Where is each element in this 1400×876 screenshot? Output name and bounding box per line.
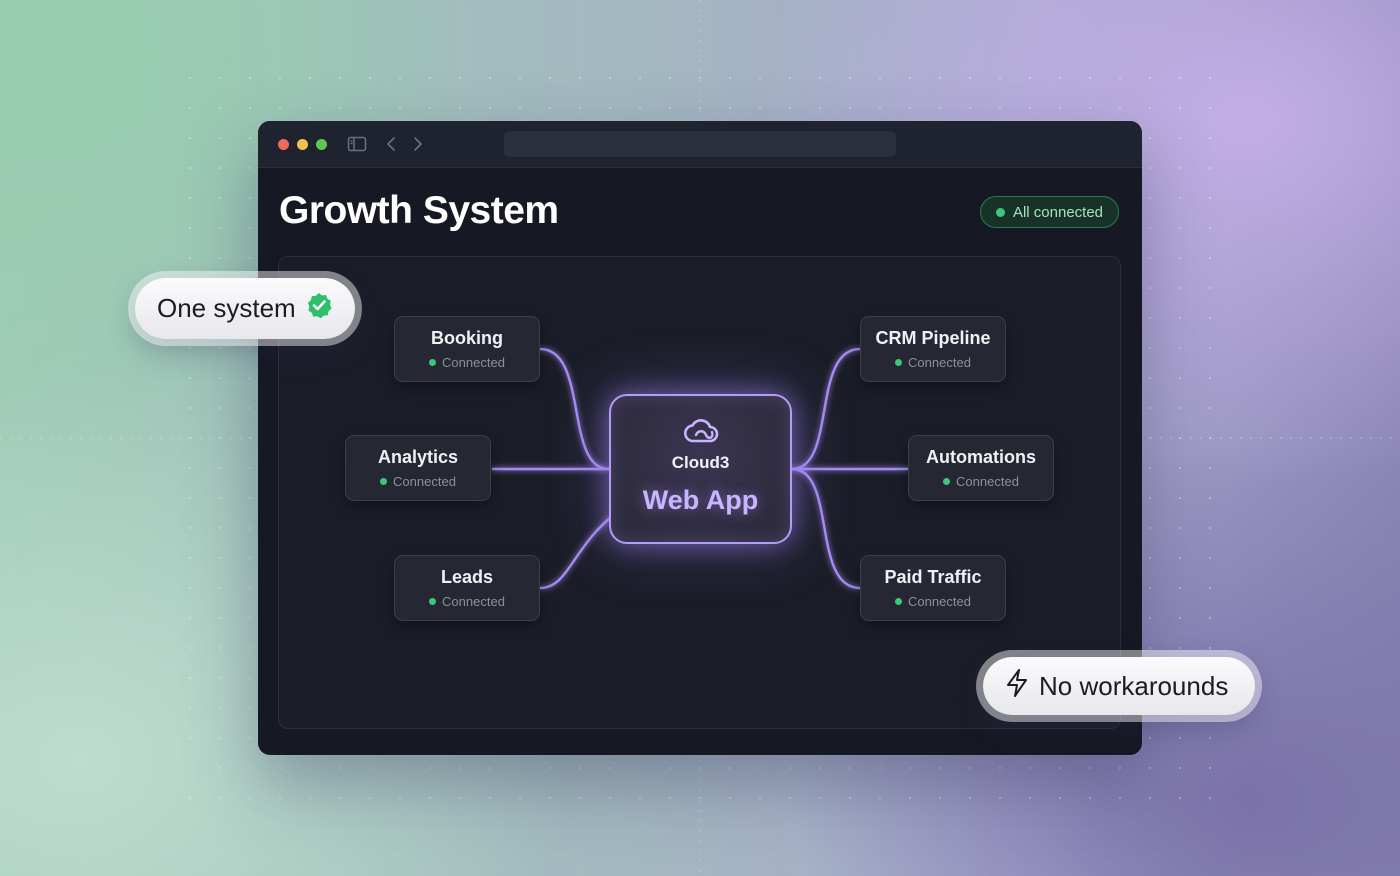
node-title: Booking xyxy=(431,328,503,348)
node-status-label: Connected xyxy=(908,355,971,370)
window-titlebar xyxy=(258,121,1142,168)
close-window-button[interactable] xyxy=(278,139,289,150)
node-leads[interactable]: Leads Connected xyxy=(394,555,540,621)
hub-brand-label: Cloud3 xyxy=(671,453,730,472)
node-status: Connected xyxy=(380,474,456,489)
node-paid-traffic[interactable]: Paid Traffic Connected xyxy=(860,555,1006,621)
connected-dot-icon xyxy=(895,598,903,605)
cloud-icon xyxy=(681,416,721,451)
hub-app-label: Web App xyxy=(642,485,759,515)
address-bar[interactable] xyxy=(504,131,896,157)
no-workarounds-label: No workarounds xyxy=(1039,670,1229,701)
connector-booking xyxy=(539,347,610,471)
status-dot-icon xyxy=(995,207,1005,217)
node-title: Leads xyxy=(440,567,494,587)
node-status-label: Connected xyxy=(393,474,456,489)
node-status: Connected xyxy=(895,594,971,609)
node-title: Paid Traffic xyxy=(884,567,982,587)
lightning-bolt-icon xyxy=(1005,668,1029,705)
node-status-label: Connected xyxy=(442,594,505,609)
check-circle-icon xyxy=(305,291,333,326)
node-status: Connected xyxy=(429,594,505,609)
status-badge-label: All connected xyxy=(1012,203,1104,221)
node-automations[interactable]: Automations Connected xyxy=(908,435,1054,501)
no-workarounds-badge: No workarounds xyxy=(983,657,1255,715)
hub-web-app[interactable]: Cloud3 Web App xyxy=(609,394,792,544)
node-status: Connected xyxy=(429,355,505,370)
connected-dot-icon xyxy=(429,598,437,605)
node-analytics[interactable]: Analytics Connected xyxy=(345,435,491,501)
node-status-label: Connected xyxy=(956,474,1019,489)
one-system-label: One system xyxy=(157,293,296,323)
node-title: Automations xyxy=(926,447,1036,467)
node-status-label: Connected xyxy=(442,355,505,370)
node-title: CRM Pipeline xyxy=(875,328,991,348)
connected-dot-icon xyxy=(380,478,388,485)
node-booking[interactable]: Booking Connected xyxy=(394,316,540,382)
connected-dot-icon xyxy=(429,359,437,366)
one-system-badge: One system xyxy=(135,278,355,339)
minimize-window-button[interactable] xyxy=(297,139,308,150)
connected-dot-icon xyxy=(895,359,903,366)
status-badge: All connected xyxy=(980,196,1119,228)
maximize-window-button[interactable] xyxy=(316,139,327,150)
node-status: Connected xyxy=(943,474,1019,489)
connector-paid-traffic xyxy=(791,467,861,590)
node-crm-pipeline[interactable]: CRM Pipeline Connected xyxy=(860,316,1006,382)
sidebar-toggle-icon[interactable] xyxy=(347,135,367,158)
node-title: Analytics xyxy=(377,447,459,467)
back-arrow-icon[interactable] xyxy=(384,135,398,158)
system-diagram: Booking Connected Analytics Connected Le… xyxy=(278,256,1121,729)
node-status-label: Connected xyxy=(908,594,971,609)
connector-crm xyxy=(791,347,861,471)
page-title: Growth System xyxy=(279,189,559,232)
connected-dot-icon xyxy=(943,478,951,485)
node-status: Connected xyxy=(895,355,971,370)
forward-arrow-icon[interactable] xyxy=(411,135,425,158)
